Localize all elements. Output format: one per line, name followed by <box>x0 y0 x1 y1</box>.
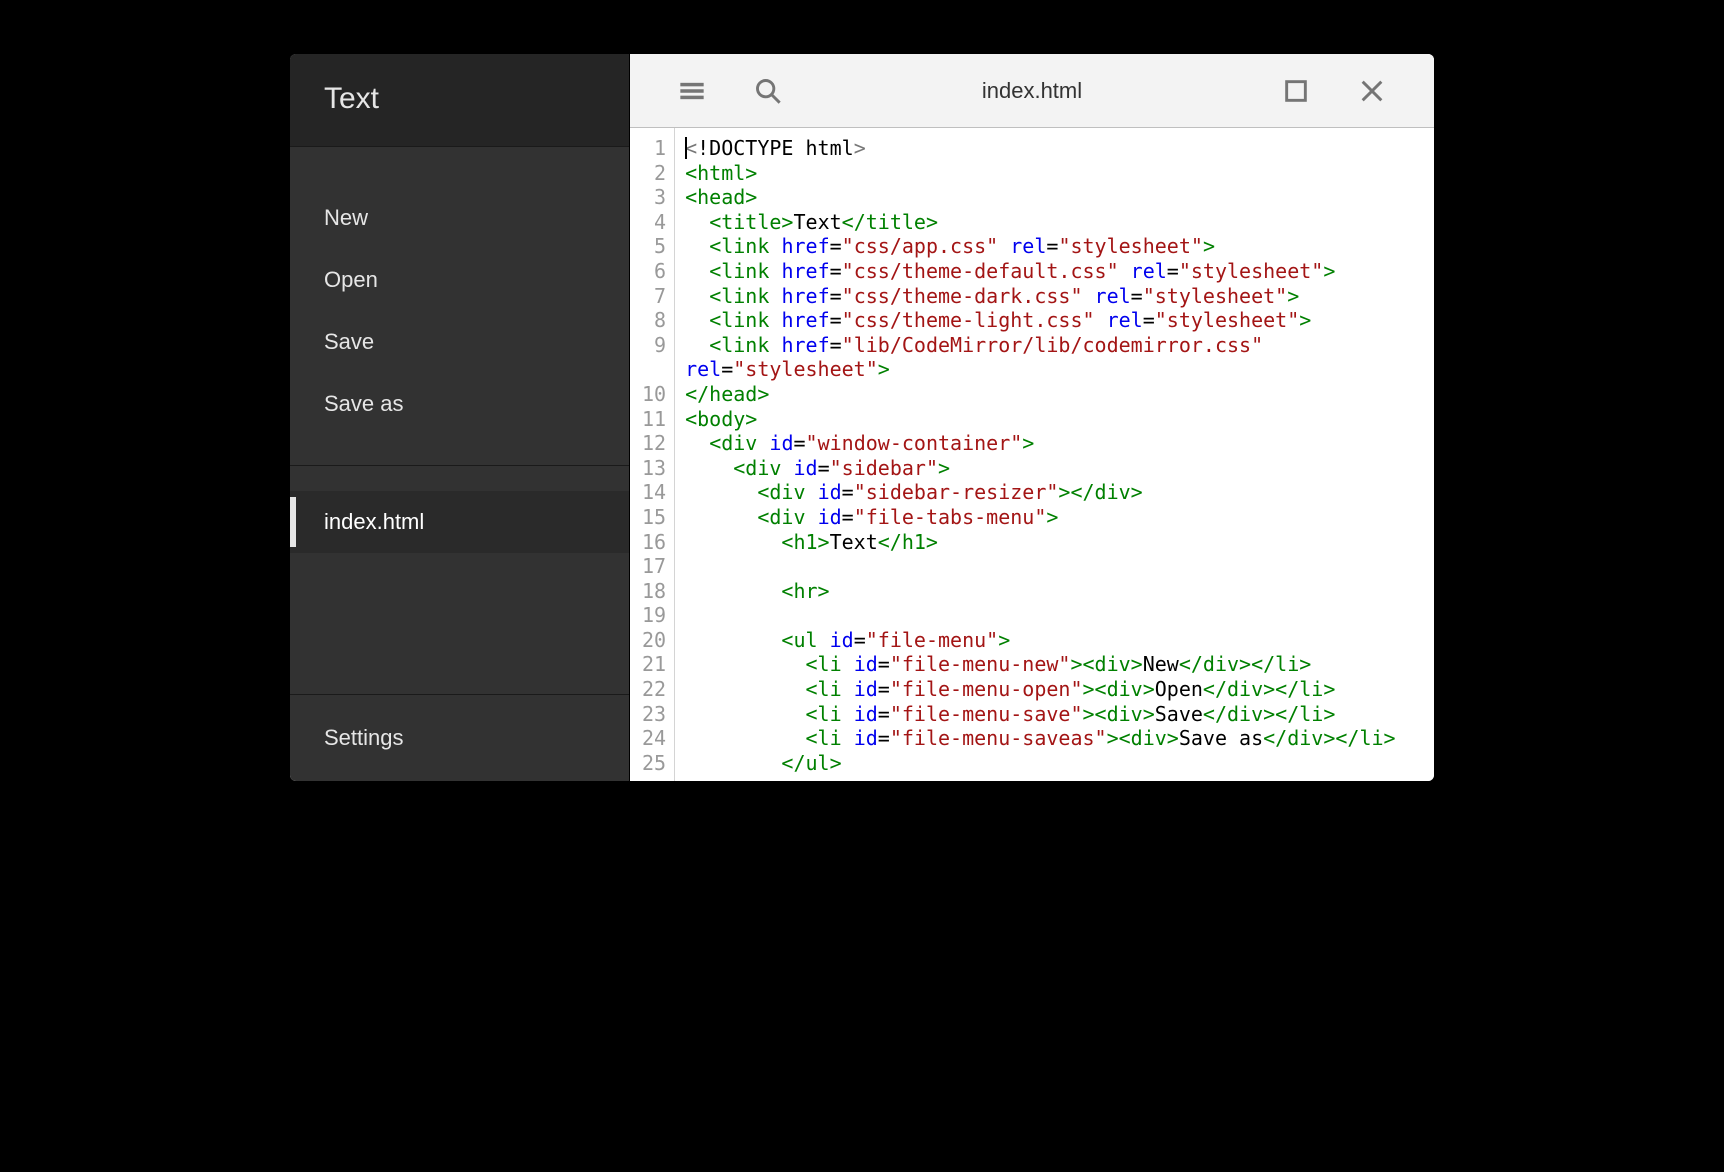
filename-label: index.html <box>782 78 1282 104</box>
line-gutter: 1234567891011121314151617181920212223242… <box>630 128 675 781</box>
menu-icon[interactable] <box>678 77 706 105</box>
menu-open[interactable]: Open <box>290 249 629 311</box>
app-title: Text <box>290 54 629 147</box>
code-area[interactable]: 1234567891011121314151617181920212223242… <box>630 128 1434 781</box>
app-window: Text New Open Save Save as index.html Se… <box>290 54 1434 781</box>
maximize-icon[interactable] <box>1282 77 1310 105</box>
code-content[interactable]: <!DOCTYPE html> <html> <head> <title>Tex… <box>675 128 1434 781</box>
menu-save-as[interactable]: Save as <box>290 373 629 435</box>
editor-toolbar: index.html <box>630 54 1434 128</box>
file-tab-index[interactable]: index.html <box>290 491 629 553</box>
editor-pane: index.html 12345678910111213141516171819… <box>630 54 1434 781</box>
file-menu: New Open Save Save as <box>290 147 629 466</box>
sidebar: Text New Open Save Save as index.html Se… <box>290 54 630 781</box>
sidebar-footer: Settings <box>290 694 629 781</box>
close-icon[interactable] <box>1358 77 1386 105</box>
menu-save[interactable]: Save <box>290 311 629 373</box>
menu-settings[interactable]: Settings <box>290 707 629 769</box>
open-files: index.html <box>290 466 629 694</box>
menu-new[interactable]: New <box>290 187 629 249</box>
search-icon[interactable] <box>754 77 782 105</box>
